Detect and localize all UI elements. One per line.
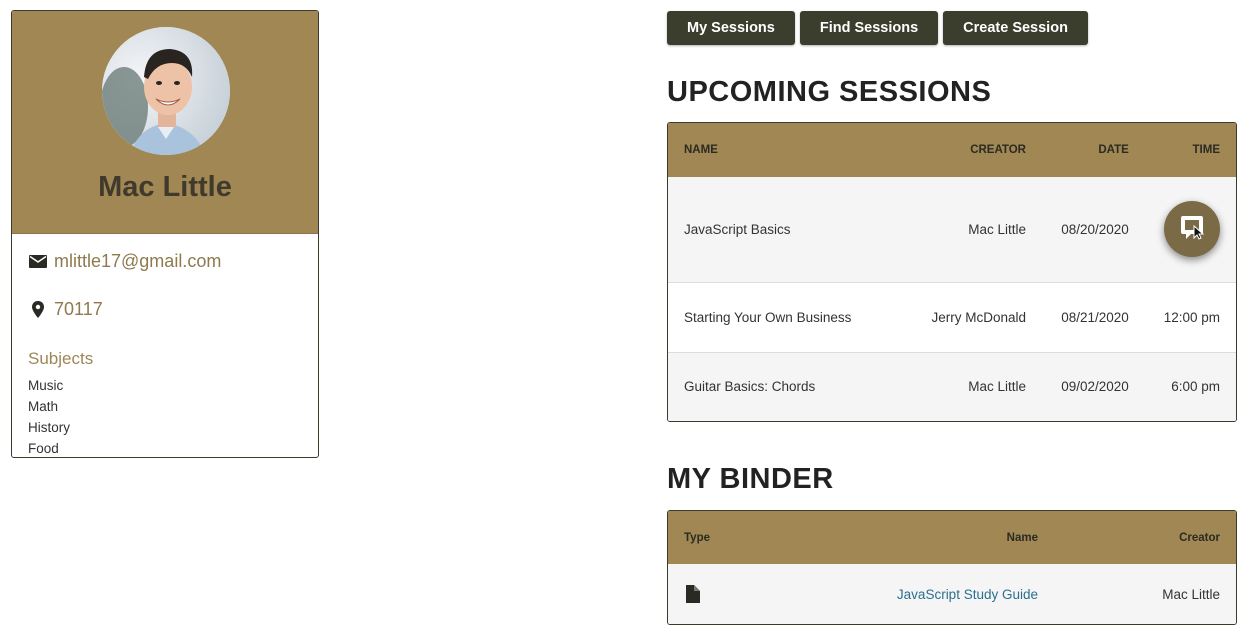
- session-date: 08/21/2020: [1061, 309, 1129, 325]
- chat-icon: [1178, 213, 1206, 246]
- session-time: 12:00 pm: [1163, 309, 1220, 325]
- location-pin-icon: [28, 300, 48, 320]
- column-header-time[interactable]: TIME: [1145, 123, 1236, 177]
- session-date: 09/02/2020: [1061, 379, 1129, 395]
- study-guide-link[interactable]: JavaScript Study Guide: [897, 587, 1038, 602]
- avatar: [102, 27, 230, 155]
- document-icon: [684, 585, 700, 603]
- binder-name-cell: JavaScript Study Guide: [840, 564, 1054, 624]
- session-creator: Jerry McDonald: [931, 309, 1026, 325]
- table-header-row: Type Name Creator: [668, 511, 1236, 564]
- session-date: 08/20/2020: [1061, 221, 1129, 237]
- my-sessions-button[interactable]: My Sessions: [667, 11, 795, 45]
- column-header-name[interactable]: Name: [840, 511, 1054, 564]
- column-header-creator[interactable]: CREATOR: [900, 123, 1042, 177]
- my-binder-table: Type Name Creator JavaScript Study Guide: [667, 510, 1237, 625]
- subject-item: History: [28, 420, 71, 435]
- subjects-list: Music Math History Food: [28, 375, 71, 457]
- table-header-row: NAME CREATOR DATE TIME: [668, 123, 1236, 177]
- binder-creator: Mac Little: [1162, 586, 1220, 602]
- table-row[interactable]: Starting Your Own Business Jerry McDonal…: [668, 282, 1236, 352]
- join-session-button[interactable]: [1164, 201, 1220, 257]
- subjects-title: Subjects: [28, 349, 94, 368]
- upcoming-sessions-title: UPCOMING SESSIONS: [667, 76, 992, 108]
- session-name: Guitar Basics: Chords: [684, 379, 816, 395]
- table-row[interactable]: JavaScript Basics Mac Little 08/20/2020: [668, 177, 1236, 282]
- session-name: JavaScript Basics: [684, 221, 791, 237]
- session-creator: Mac Little: [968, 379, 1026, 395]
- subject-item: Food: [28, 441, 59, 456]
- session-creator: Mac Little: [968, 221, 1026, 237]
- column-header-name[interactable]: NAME: [668, 123, 900, 177]
- profile-card: Mac Little mlittle17@gmail.com 70117 Sub…: [11, 10, 319, 458]
- subject-item: Music: [28, 378, 64, 393]
- my-binder-title: MY BINDER: [667, 463, 834, 495]
- column-header-creator[interactable]: Creator: [1054, 511, 1236, 564]
- find-sessions-button[interactable]: Find Sessions: [799, 11, 939, 45]
- create-session-button[interactable]: Create Session: [943, 11, 1088, 45]
- email-text[interactable]: mlittle17@gmail.com: [54, 251, 221, 272]
- email-row: mlittle17@gmail.com: [28, 251, 221, 272]
- table-row[interactable]: Guitar Basics: Chords Mac Little 09/02/2…: [668, 352, 1236, 421]
- upcoming-sessions-table: NAME CREATOR DATE TIME JavaScript Basics…: [667, 122, 1237, 422]
- binder-type-cell: [668, 564, 840, 624]
- location-row: 70117: [28, 299, 103, 320]
- subject-item: Math: [28, 399, 59, 414]
- mail-icon: [28, 252, 48, 272]
- column-header-type[interactable]: Type: [668, 511, 840, 564]
- session-time: 6:00 pm: [1171, 379, 1220, 395]
- table-row[interactable]: JavaScript Study Guide Mac Little: [668, 564, 1236, 624]
- session-name: Starting Your Own Business: [684, 309, 852, 325]
- session-nav: My Sessions Find Sessions Create Session: [667, 11, 1088, 45]
- profile-name: Mac Little: [98, 171, 232, 203]
- profile-header: Mac Little: [12, 11, 318, 234]
- column-header-date[interactable]: DATE: [1042, 123, 1145, 177]
- zip-text: 70117: [54, 299, 103, 319]
